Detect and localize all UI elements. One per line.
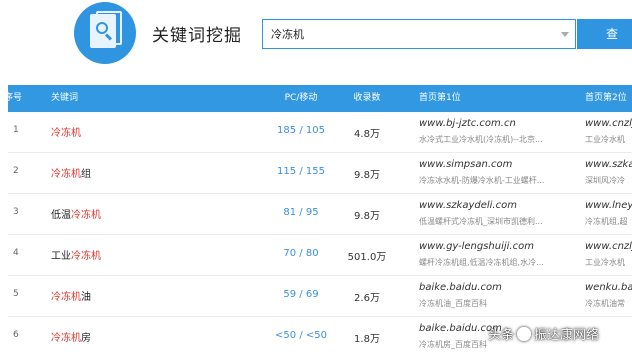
- col-index: 序号: [4, 93, 23, 103]
- row-count: 501.0万: [347, 252, 387, 263]
- table-row: 4 工业冷冻机 70 / 80 501.0万 www.gy-lengshuiji…: [8, 235, 632, 276]
- row-desc-1: 低温螺杆式冷冻机_深圳市凯德利...: [419, 217, 543, 226]
- search-button[interactable]: 查 询: [577, 19, 632, 71]
- table-row: 2 冷冻机组 115 / 155 9.8万 www.simpsan.com 冷冻…: [8, 153, 632, 194]
- row-pc-mobile[interactable]: 81 / 95: [263, 207, 339, 218]
- row-url-1[interactable]: www.bj-jztc.com.cn: [419, 118, 516, 129]
- row-url-2[interactable]: www.cnzlj: [585, 241, 632, 252]
- row-index: 5: [13, 289, 19, 299]
- row-desc-2: 工业冷水机: [585, 135, 625, 144]
- row-index: 4: [13, 248, 19, 258]
- row-pc-mobile[interactable]: 115 / 155: [263, 166, 339, 177]
- row-keyword[interactable]: 冷冻机油: [51, 288, 91, 303]
- row-pc-mobile[interactable]: 70 / 80: [263, 248, 339, 259]
- col-second-rank: 首页第2位: [585, 93, 627, 103]
- row-keyword[interactable]: 低温冷冻机: [51, 206, 101, 221]
- row-keyword[interactable]: 冷冻机: [51, 124, 81, 139]
- at-icon: [517, 327, 532, 341]
- row-url-1[interactable]: www.simpsan.com: [419, 159, 512, 170]
- page-title: 关键词挖掘: [152, 26, 242, 46]
- row-desc-1: 冷冻机油_百度百科: [419, 299, 487, 308]
- row-index: 6: [13, 330, 19, 340]
- row-desc-2: 冷冻机油常: [585, 299, 625, 308]
- row-keyword[interactable]: 冷冻机房: [51, 329, 91, 344]
- row-desc-2: 工业冷水机: [585, 258, 625, 267]
- row-keyword[interactable]: 冷冻机组: [51, 165, 91, 180]
- app-logo: [74, 2, 136, 64]
- magnifier-icon: [96, 22, 108, 34]
- row-desc-1: 冷冻机房_百度百科: [419, 340, 487, 349]
- row-pc-mobile[interactable]: 185 / 105: [263, 125, 339, 136]
- row-count: 1.8万: [354, 334, 380, 345]
- search-input[interactable]: [263, 20, 553, 48]
- row-desc-2: 深圳风冷冷: [585, 176, 625, 185]
- row-pc-mobile[interactable]: 59 / 69: [263, 289, 339, 300]
- row-url-2[interactable]: wenku.bai: [585, 282, 632, 293]
- col-index-count[interactable]: 收录数: [337, 85, 397, 112]
- col-keyword: 关键词: [51, 93, 79, 103]
- row-url-2[interactable]: www.szka: [585, 159, 632, 170]
- row-url-2[interactable]: www.cnzlj: [585, 118, 632, 129]
- row-pc-mobile[interactable]: <50 / <50: [263, 330, 339, 341]
- row-url-2[interactable]: www.lney: [585, 200, 632, 211]
- row-count: 9.8万: [354, 211, 380, 222]
- search-box[interactable]: [262, 19, 576, 49]
- table-row: 5 冷冻机油 59 / 69 2.6万 baike.baidu.com 冷冻机油…: [8, 276, 632, 317]
- table-row: 1 冷冻机 185 / 105 4.8万 www.bj-jztc.com.cn …: [8, 112, 632, 153]
- row-count: 2.6万: [354, 293, 380, 304]
- watermark: 头条 振达康网络: [488, 327, 600, 343]
- col-first-rank: 首页第1位: [419, 93, 461, 103]
- row-desc-1: 水冷式工业冷水机(冷冻机)--北京...: [419, 135, 543, 144]
- row-count: 4.8万: [354, 129, 380, 140]
- row-keyword[interactable]: 工业冷冻机: [51, 247, 101, 262]
- row-desc-2: 冷冻机组,超: [585, 217, 628, 226]
- chevron-down-icon[interactable]: [561, 32, 569, 37]
- row-url-1[interactable]: baike.baidu.com: [419, 282, 502, 293]
- row-url-1[interactable]: www.gy-lengshuiji.com: [419, 241, 534, 252]
- row-index: 1: [13, 125, 19, 135]
- row-index: 3: [13, 207, 19, 217]
- row-desc-1: 螺杆冷冻机组,低温冷冻机组,水冷...: [419, 258, 544, 267]
- col-pc-mobile[interactable]: PC/移动: [263, 85, 339, 112]
- row-desc-1: 冷冻冰水机-防爆冷水机-工业螺杆...: [419, 176, 545, 185]
- row-index: 2: [13, 166, 19, 176]
- row-url-1[interactable]: www.szkaydeli.com: [419, 200, 517, 211]
- row-count: 9.8万: [354, 170, 380, 181]
- table-header: 序号 关键词 PC/移动 收录数 首页第1位 首页第2位: [4, 85, 632, 112]
- table-row: 3 低温冷冻机 81 / 95 9.8万 www.szkaydeli.com 低…: [8, 194, 632, 235]
